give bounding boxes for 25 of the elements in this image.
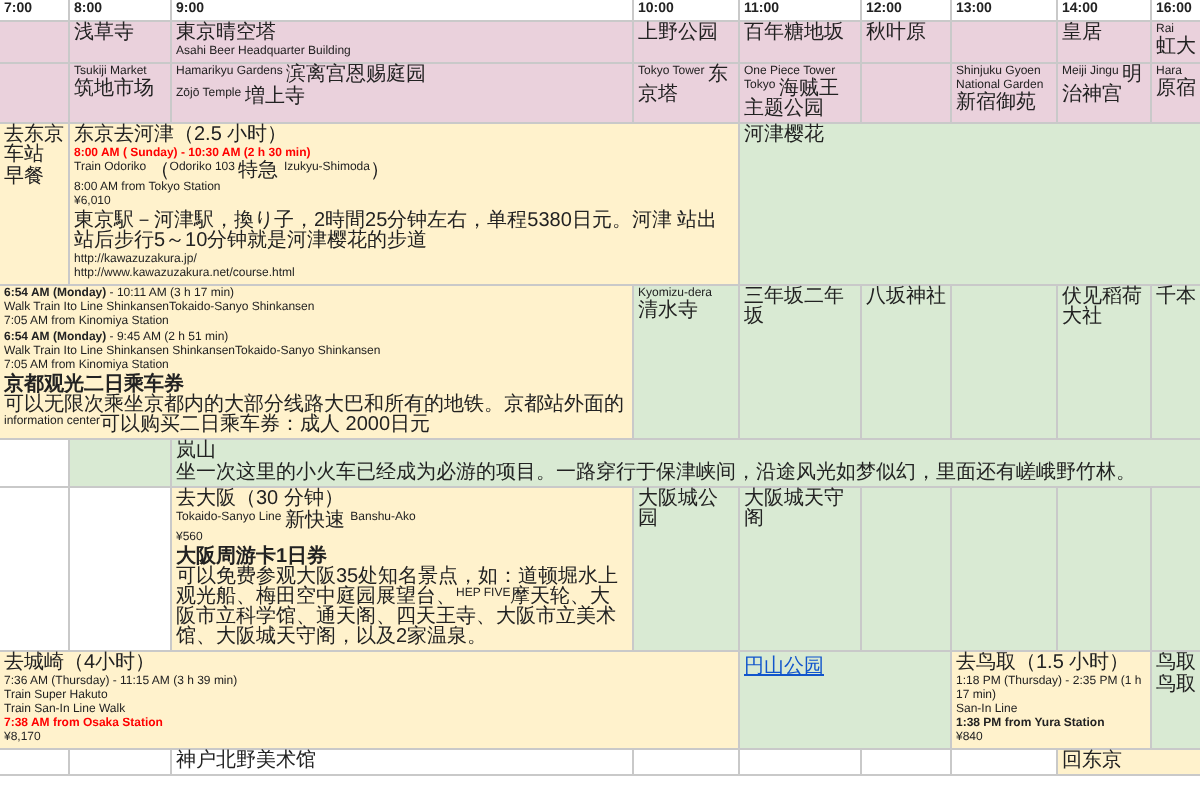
cell-text: 秋叶原	[866, 24, 926, 36]
cell-text: 千本	[1156, 288, 1196, 300]
cell-text: 早餐	[4, 168, 44, 180]
cell-text: 大阪城天守阁	[744, 490, 844, 522]
cell-text: 神户北野美术馆	[176, 752, 316, 764]
cell-text: 岚山	[176, 442, 216, 454]
cell-text: 浅草寺	[74, 24, 134, 36]
cell-text: 伏见稻荷大社	[1062, 288, 1142, 320]
cell-text: 三年坂二年坂	[744, 288, 844, 320]
cell-text: 大阪周游卡1日券	[176, 548, 328, 560]
cell-text: 東京駅－河津駅，換り子，2時間25分钟左右，单程5380日元。河津 站出站后步行5～10分钟就是河津樱花的步道	[74, 212, 718, 244]
place-link[interactable]: 円山公园	[744, 656, 824, 678]
cell-text: 鸟取	[1156, 676, 1196, 688]
cell-text: 上野公园	[638, 24, 718, 36]
cell-text: 鸟取	[1156, 654, 1196, 666]
cell-text: 河津樱花	[744, 126, 824, 138]
cell-text: 東京晴空塔	[176, 24, 276, 36]
cell-text: 去东京车站	[4, 126, 64, 158]
cell-text: 回东京	[1062, 752, 1122, 764]
cell-text: 皇居	[1062, 24, 1102, 36]
cell-text: 八坂神社	[866, 288, 946, 300]
cell-text: 京都观光二日乘车券	[4, 376, 184, 388]
cell-text: 大阪城公园	[638, 490, 718, 522]
cell-text: 坐一次这里的小火车已经成为必游的项目。一路穿行于保津峡间，沿途风光如梦似幻，里面还有嵯峨野竹林。	[176, 464, 1136, 476]
cell-text: 百年糖地坂	[744, 24, 844, 36]
